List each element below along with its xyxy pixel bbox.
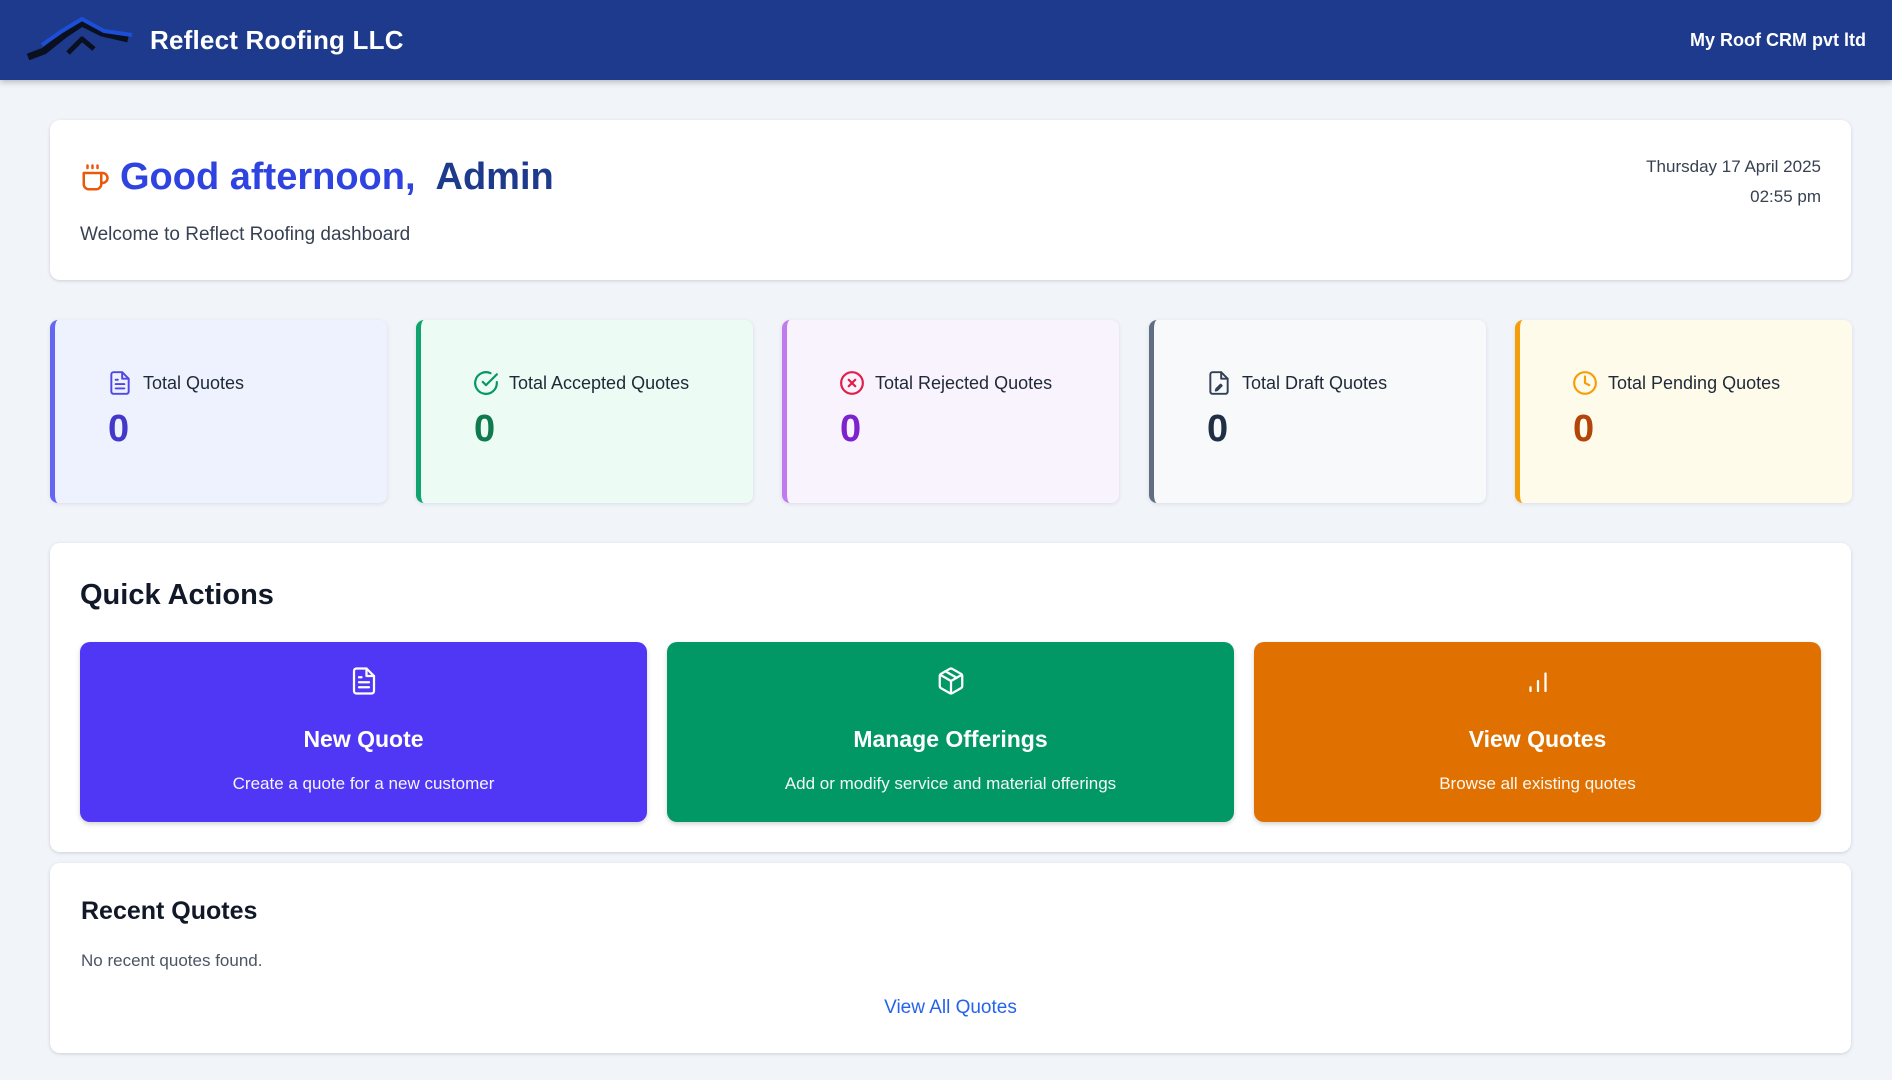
document-icon <box>352 667 375 695</box>
x-circle-icon <box>840 371 864 395</box>
stat-card-draft-quotes: Total Draft Quotes 0 <box>1149 320 1486 503</box>
stat-value: 0 <box>474 408 496 450</box>
action-title: New Quote <box>303 726 424 752</box>
bar-chart-icon <box>1528 672 1547 693</box>
stat-label: Total Draft Quotes <box>1242 372 1388 393</box>
clock-icon <box>1573 371 1597 395</box>
package-icon <box>938 667 963 695</box>
stat-card-accepted-quotes: Total Accepted Quotes 0 <box>416 320 753 503</box>
file-edit-icon <box>1209 371 1229 395</box>
greeting-user-name: Admin <box>435 156 554 198</box>
action-description: Add or modify service and material offer… <box>784 774 1117 793</box>
stat-value: 0 <box>1573 408 1595 450</box>
check-circle-icon <box>474 371 498 395</box>
greeting-title: Good afternoon, <box>120 156 416 198</box>
date-time: Thursday 17 April 2025 02:55 pm <box>1646 152 1821 212</box>
brand-name: Reflect Roofing LLC <box>150 24 404 55</box>
view-quotes-button[interactable]: View Quotes Browse all existing quotes <box>1254 642 1821 822</box>
stat-card-pending-quotes: Total Pending Quotes 0 <box>1515 320 1852 503</box>
empty-state-text: No recent quotes found. <box>81 951 263 970</box>
stat-label: Total Rejected Quotes <box>875 372 1053 393</box>
greeting-row: Good afternoon, Admin <box>80 156 554 199</box>
stat-card-total-quotes: Total Quotes 0 <box>50 320 387 503</box>
action-title: View Quotes <box>1468 726 1607 752</box>
current-time: 02:55 pm <box>1750 187 1821 206</box>
stat-value: 0 <box>840 408 862 450</box>
action-description: Create a quote for a new customer <box>232 774 495 793</box>
recent-quotes-title: Recent Quotes <box>81 897 258 925</box>
top-navbar: Reflect Roofing LLC My Roof CRM pvt ltd <box>0 0 1892 80</box>
stat-value: 0 <box>1207 408 1229 450</box>
quick-actions-title: Quick Actions <box>80 579 274 611</box>
action-description: Browse all existing quotes <box>1439 774 1636 793</box>
brand[interactable]: Reflect Roofing LLC <box>24 17 404 63</box>
stat-label: Total Accepted Quotes <box>509 372 690 393</box>
coffee-cup-icon <box>82 163 109 190</box>
recent-quotes-card: Recent Quotes No recent quotes found. Vi… <box>50 863 1851 1053</box>
current-date: Thursday 17 April 2025 <box>1646 157 1821 176</box>
action-title: Manage Offerings <box>853 726 1048 752</box>
view-all-quotes-link[interactable]: View All Quotes <box>50 997 1851 1019</box>
manage-offerings-button[interactable]: Manage Offerings Add or modify service a… <box>667 642 1234 822</box>
stat-card-rejected-quotes: Total Rejected Quotes 0 <box>782 320 1119 503</box>
welcome-text: Welcome to Reflect Roofing dashboard <box>80 224 411 245</box>
document-icon <box>110 371 130 395</box>
company-name: My Roof CRM pvt ltd <box>1690 29 1866 50</box>
quick-actions-card: Quick Actions New Quote Create a quote f… <box>50 543 1851 852</box>
stat-value: 0 <box>108 408 130 450</box>
new-quote-button[interactable]: New Quote Create a quote for a new custo… <box>80 642 647 822</box>
greeting-card: Good afternoon, Admin Welcome to Reflect… <box>50 120 1851 280</box>
stat-label: Total Quotes <box>143 372 245 393</box>
roof-logo-icon <box>26 17 133 61</box>
stat-label: Total Pending Quotes <box>1608 372 1781 393</box>
